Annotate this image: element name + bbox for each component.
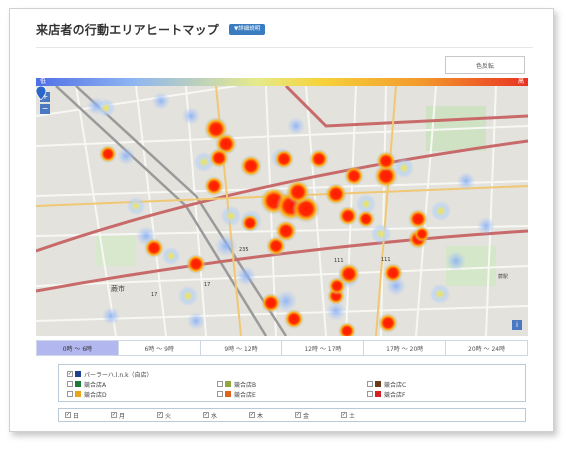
day-monday[interactable]: ✓ 月: [111, 411, 157, 420]
day-label: 土: [349, 412, 356, 420]
day-checkbox[interactable]: ✓: [111, 412, 117, 418]
map-info-button[interactable]: i: [512, 320, 522, 330]
competitor-a-checkbox[interactable]: [67, 381, 73, 387]
competitor-f-checkbox[interactable]: [367, 391, 373, 397]
day-wednesday[interactable]: ✓ 水: [203, 411, 249, 420]
day-label: 火: [165, 412, 172, 420]
page-title: 来店者の行動エリアヒートマップ: [36, 23, 220, 37]
day-tuesday[interactable]: ✓ 火: [157, 411, 203, 420]
tab-20-24[interactable]: 20時 〜 24時: [445, 341, 527, 355]
own-store-swatch: [75, 371, 81, 377]
day-checkbox[interactable]: ✓: [295, 412, 301, 418]
day-friday[interactable]: ✓ 金: [295, 411, 341, 420]
legend-item-competitor-e[interactable]: 競合店E: [217, 390, 367, 399]
weekday-filter: ✓ 日 ✓ 月 ✓ 火 ✓ 水 ✓ 木 ✓ 金 ✓ 土: [58, 408, 526, 422]
competitor-e-swatch: [225, 391, 231, 397]
own-store-label: パーラーハ.l.n.k（自店）: [84, 371, 153, 379]
day-label: 水: [211, 412, 218, 420]
road-number-label: 235: [239, 247, 249, 253]
own-store-checkbox[interactable]: ✓: [67, 371, 73, 377]
day-label: 木: [257, 412, 264, 420]
legend-item-own-store[interactable]: ✓ パーラーハ.l.n.k（自店）: [67, 370, 267, 379]
legend-item-competitor-b[interactable]: 競合店B: [217, 380, 367, 389]
day-label: 金: [303, 412, 310, 420]
competitor-e-checkbox[interactable]: [217, 391, 223, 397]
competitor-c-checkbox[interactable]: [367, 381, 373, 387]
competitor-c-swatch: [375, 381, 381, 387]
place-label: 蕨駅: [498, 273, 508, 280]
competitor-c-label: 競合店C: [384, 381, 407, 389]
tab-0-6[interactable]: 0時 〜 6時: [37, 341, 118, 355]
tab-17-20[interactable]: 17時 〜 20時: [363, 341, 446, 355]
store-legend: ✓ パーラーハ.l.n.k（自店） 競合店A 競合店B 競合店C 競合店D 競合…: [58, 364, 526, 402]
competitor-a-label: 競合店A: [84, 381, 107, 389]
legend-item-competitor-a[interactable]: 競合店A: [67, 380, 217, 389]
competitor-b-swatch: [225, 381, 231, 387]
legend-row: 競合店A 競合店B 競合店C: [67, 379, 517, 389]
time-range-tabs: 0時 〜 6時 6時 〜 9時 9時 〜 12時 12時 〜 17時 17時 〜…: [36, 340, 528, 356]
legend-row: ✓ パーラーハ.l.n.k（自店）: [67, 369, 517, 379]
store-location-marker-icon[interactable]: [36, 86, 46, 100]
heatmap-map[interactable]: 17 235 111 111 17 蕨市 蕨駅 + − i: [36, 86, 528, 336]
competitor-e-label: 競合店E: [234, 391, 256, 399]
day-saturday[interactable]: ✓ 土: [341, 411, 387, 420]
road-number-label: 111: [381, 257, 391, 263]
competitor-d-label: 競合店D: [84, 391, 107, 399]
gradient-low-label: 低: [40, 78, 47, 85]
competitor-a-swatch: [75, 381, 81, 387]
day-sunday[interactable]: ✓ 日: [65, 411, 111, 420]
day-checkbox[interactable]: ✓: [157, 412, 163, 418]
legend-item-competitor-d[interactable]: 競合店D: [67, 390, 217, 399]
competitor-f-label: 競合店F: [384, 391, 406, 399]
day-checkbox[interactable]: ✓: [65, 412, 71, 418]
day-checkbox[interactable]: ✓: [249, 412, 255, 418]
competitor-f-swatch: [375, 391, 381, 397]
header: 来店者の行動エリアヒートマップ ▼詳細説明: [36, 21, 266, 38]
day-thursday[interactable]: ✓ 木: [249, 411, 295, 420]
detail-button[interactable]: ▼詳細説明: [229, 23, 266, 36]
legend-item-competitor-f[interactable]: 競合店F: [367, 390, 517, 399]
map-base-svg: 17 235 111 111 17 蕨市 蕨駅: [36, 86, 528, 336]
invert-colors-button[interactable]: 色反転: [445, 56, 525, 74]
day-checkbox[interactable]: ✓: [341, 412, 347, 418]
tab-9-12[interactable]: 9時 〜 12時: [199, 341, 282, 355]
road-number-label: 111: [334, 258, 344, 264]
gradient-high-label: 高: [517, 78, 524, 85]
heatmap-card: 来店者の行動エリアヒートマップ ▼詳細説明 色反転 低 高 17 235 111…: [9, 8, 554, 432]
competitor-d-swatch: [75, 391, 81, 397]
road-number-label: 17: [151, 292, 157, 298]
road-number-label: 17: [204, 282, 210, 288]
day-checkbox[interactable]: ✓: [203, 412, 209, 418]
tab-12-17[interactable]: 12時 〜 17時: [281, 341, 364, 355]
day-label: 月: [119, 412, 126, 420]
competitor-b-checkbox[interactable]: [217, 381, 223, 387]
competitor-d-checkbox[interactable]: [67, 391, 73, 397]
tab-6-9[interactable]: 6時 〜 9時: [117, 341, 200, 355]
divider: [36, 47, 533, 48]
day-label: 日: [73, 412, 80, 420]
intensity-gradient-bar: 低 高: [36, 78, 528, 86]
zoom-out-button[interactable]: −: [40, 104, 50, 114]
competitor-b-label: 競合店B: [234, 381, 257, 389]
place-label: 蕨市: [111, 284, 125, 293]
legend-item-competitor-c[interactable]: 競合店C: [367, 380, 517, 389]
legend-row: 競合店D 競合店E 競合店F: [67, 389, 517, 399]
